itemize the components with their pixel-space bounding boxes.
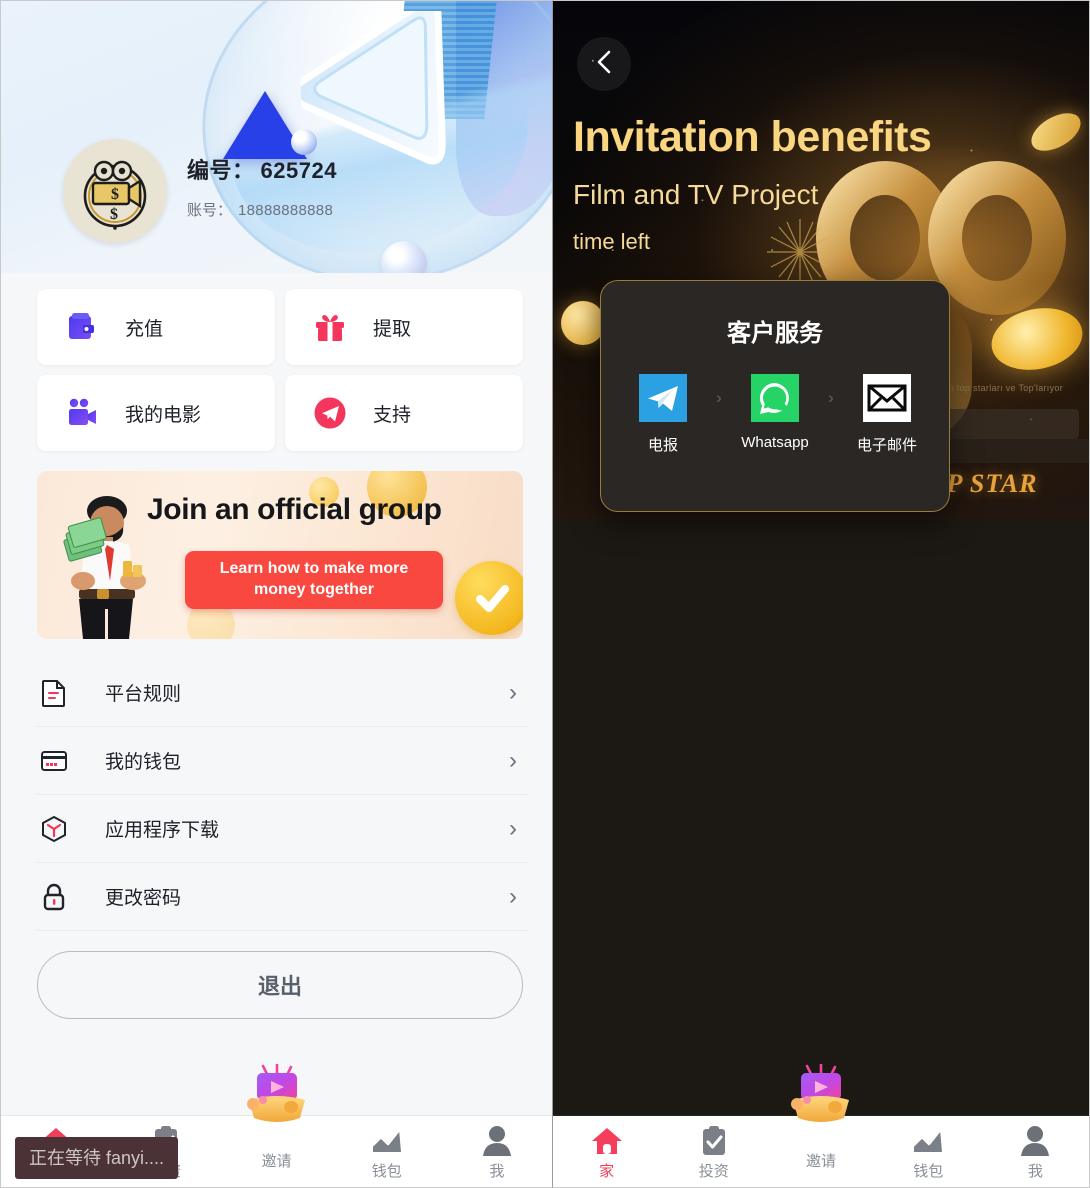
user-id-value: 625724	[260, 158, 337, 183]
chart-line-icon	[912, 1124, 944, 1158]
tab-profile[interactable]: 我	[442, 1116, 552, 1181]
user-account-label: 账号：	[187, 202, 233, 219]
chevron-right-icon: ›	[509, 678, 517, 706]
decor-small-sphere	[291, 129, 317, 155]
quick-action-support[interactable]: 支持	[285, 375, 523, 451]
menu-item-label: 我的钱包	[105, 752, 182, 773]
tab-label: 我	[489, 1163, 505, 1180]
check-badge-icon	[455, 561, 523, 635]
quick-action-label: 我的电影	[125, 404, 202, 426]
clipboard-check-icon	[700, 1124, 728, 1158]
separator-chevron-icon: ›	[716, 388, 722, 407]
tab-profile[interactable]: 我	[982, 1116, 1089, 1181]
right-phone-panel: n haftanın top starları ve Top'larıyor N…	[552, 0, 1090, 1188]
treasure-chest-icon	[241, 1064, 313, 1122]
cs-option-label: 电子邮件	[856, 437, 917, 454]
cs-option-email[interactable]: 电子邮件	[839, 374, 935, 455]
menu-item-platform-rules[interactable]: 平台规则 ›	[37, 659, 527, 727]
cube-download-icon	[37, 815, 71, 843]
bottom-tabbar: 家 投资	[553, 1064, 1089, 1187]
chevron-right-icon: ›	[509, 882, 517, 910]
document-icon	[37, 679, 71, 707]
tab-label: 钱包	[371, 1163, 402, 1180]
cs-option-whatsapp[interactable]: Whatsapp	[727, 374, 823, 451]
quick-action-my-movies[interactable]: 我的电影	[37, 375, 275, 451]
quick-action-label: 充值	[125, 318, 164, 340]
svg-text:$: $	[110, 206, 118, 223]
customer-service-options: 电报 › Whatsapp › 电子邮件	[601, 374, 949, 455]
person-icon	[482, 1124, 512, 1158]
chart-line-icon	[371, 1124, 403, 1158]
cs-option-label: Whatsapp	[741, 434, 809, 451]
settings-menu-list: 平台规则 › 我的钱包 › 应用程序下载 › 更改密码 ›	[37, 659, 527, 931]
quick-action-label: 提取	[373, 318, 412, 340]
screenshot-root: $ $ 编号： 625724 账号： 18888888888 充值 提取 我的电…	[0, 0, 1090, 1188]
user-id-label: 编号：	[187, 158, 255, 183]
promo-cta-button[interactable]: Learn how to make more money together	[185, 551, 443, 609]
menu-item-my-wallet[interactable]: 我的钱包 ›	[37, 727, 527, 795]
quick-actions-grid: 充值 提取 我的电影 支持	[37, 289, 523, 451]
chevron-left-icon	[593, 49, 615, 80]
profile-header: $ $ 编号： 625724 账号： 18888888888	[1, 1, 552, 273]
home-icon	[591, 1124, 623, 1158]
person-icon	[1020, 1124, 1050, 1158]
tab-invite[interactable]: 邀请	[221, 1064, 331, 1171]
tab-label: 钱包	[913, 1163, 944, 1180]
hero-title: Invitation benefits	[573, 113, 932, 161]
status-tooltip: 正在等待 fanyi....	[15, 1137, 179, 1179]
user-account-value: 18888888888	[238, 202, 334, 219]
film-camera-money-icon: $ $	[83, 160, 147, 230]
chevron-right-icon: ›	[509, 746, 517, 774]
wallet-icon	[63, 308, 101, 346]
svg-text:$: $	[111, 186, 119, 203]
menu-item-label: 更改密码	[105, 888, 182, 909]
tab-label: 投资	[698, 1163, 729, 1180]
customer-service-modal: 客户服务 电报 › Whatsapp › 电子邮件	[600, 280, 950, 512]
credit-card-icon	[37, 747, 71, 775]
promo-title: Join an official group	[147, 493, 442, 526]
telegram-icon	[639, 374, 687, 422]
tab-label: 邀请	[806, 1153, 837, 1170]
cs-option-telegram[interactable]: 电报	[615, 374, 711, 455]
quick-action-label: 支持	[373, 404, 412, 426]
decor-coin	[561, 301, 605, 345]
gift-icon	[311, 308, 349, 346]
separator-chevron-icon: ›	[828, 388, 834, 407]
tab-invest[interactable]: 投资	[660, 1116, 767, 1181]
avatar[interactable]: $ $	[63, 139, 167, 243]
hero-time-left: time left	[573, 229, 651, 254]
email-icon	[863, 374, 911, 422]
video-camera-icon	[63, 394, 101, 432]
quick-action-withdraw[interactable]: 提取	[285, 289, 523, 365]
menu-item-change-password[interactable]: 更改密码 ›	[37, 863, 527, 931]
whatsapp-icon	[751, 374, 799, 422]
quick-action-recharge[interactable]: 充值	[37, 289, 275, 365]
user-meta: 编号： 625724 账号： 18888888888	[187, 153, 337, 220]
tab-label: 我	[1027, 1163, 1043, 1180]
tab-invite[interactable]: 邀请	[767, 1064, 874, 1171]
hero-subtitle: Film and TV Project	[573, 179, 819, 210]
tab-label: 邀请	[261, 1153, 292, 1170]
back-button[interactable]	[577, 37, 631, 91]
left-phone-panel: $ $ 编号： 625724 账号： 18888888888 充值 提取 我的电…	[0, 0, 552, 1188]
user-account-row: 账号： 18888888888	[187, 199, 337, 220]
tab-home[interactable]: 家	[553, 1116, 660, 1181]
menu-item-app-download[interactable]: 应用程序下载 ›	[37, 795, 527, 863]
decor-firework	[765, 217, 835, 287]
chevron-right-icon: ›	[509, 814, 517, 842]
lock-icon	[37, 883, 71, 911]
tab-wallet[interactable]: 钱包	[875, 1116, 982, 1181]
promo-banner[interactable]: Join an official group Learn how to make…	[37, 471, 523, 639]
customer-service-title: 客户服务	[727, 320, 823, 347]
treasure-chest-icon	[785, 1064, 857, 1122]
menu-item-label: 平台规则	[105, 684, 182, 705]
telegram-icon	[311, 394, 349, 432]
tab-label: 家	[599, 1163, 615, 1180]
cs-option-label: 电报	[647, 437, 678, 454]
menu-item-label: 应用程序下载	[105, 820, 220, 841]
tab-wallet[interactable]: 钱包	[332, 1116, 442, 1181]
logout-button[interactable]: 退出	[37, 951, 523, 1019]
user-id-row: 编号： 625724	[187, 153, 337, 185]
